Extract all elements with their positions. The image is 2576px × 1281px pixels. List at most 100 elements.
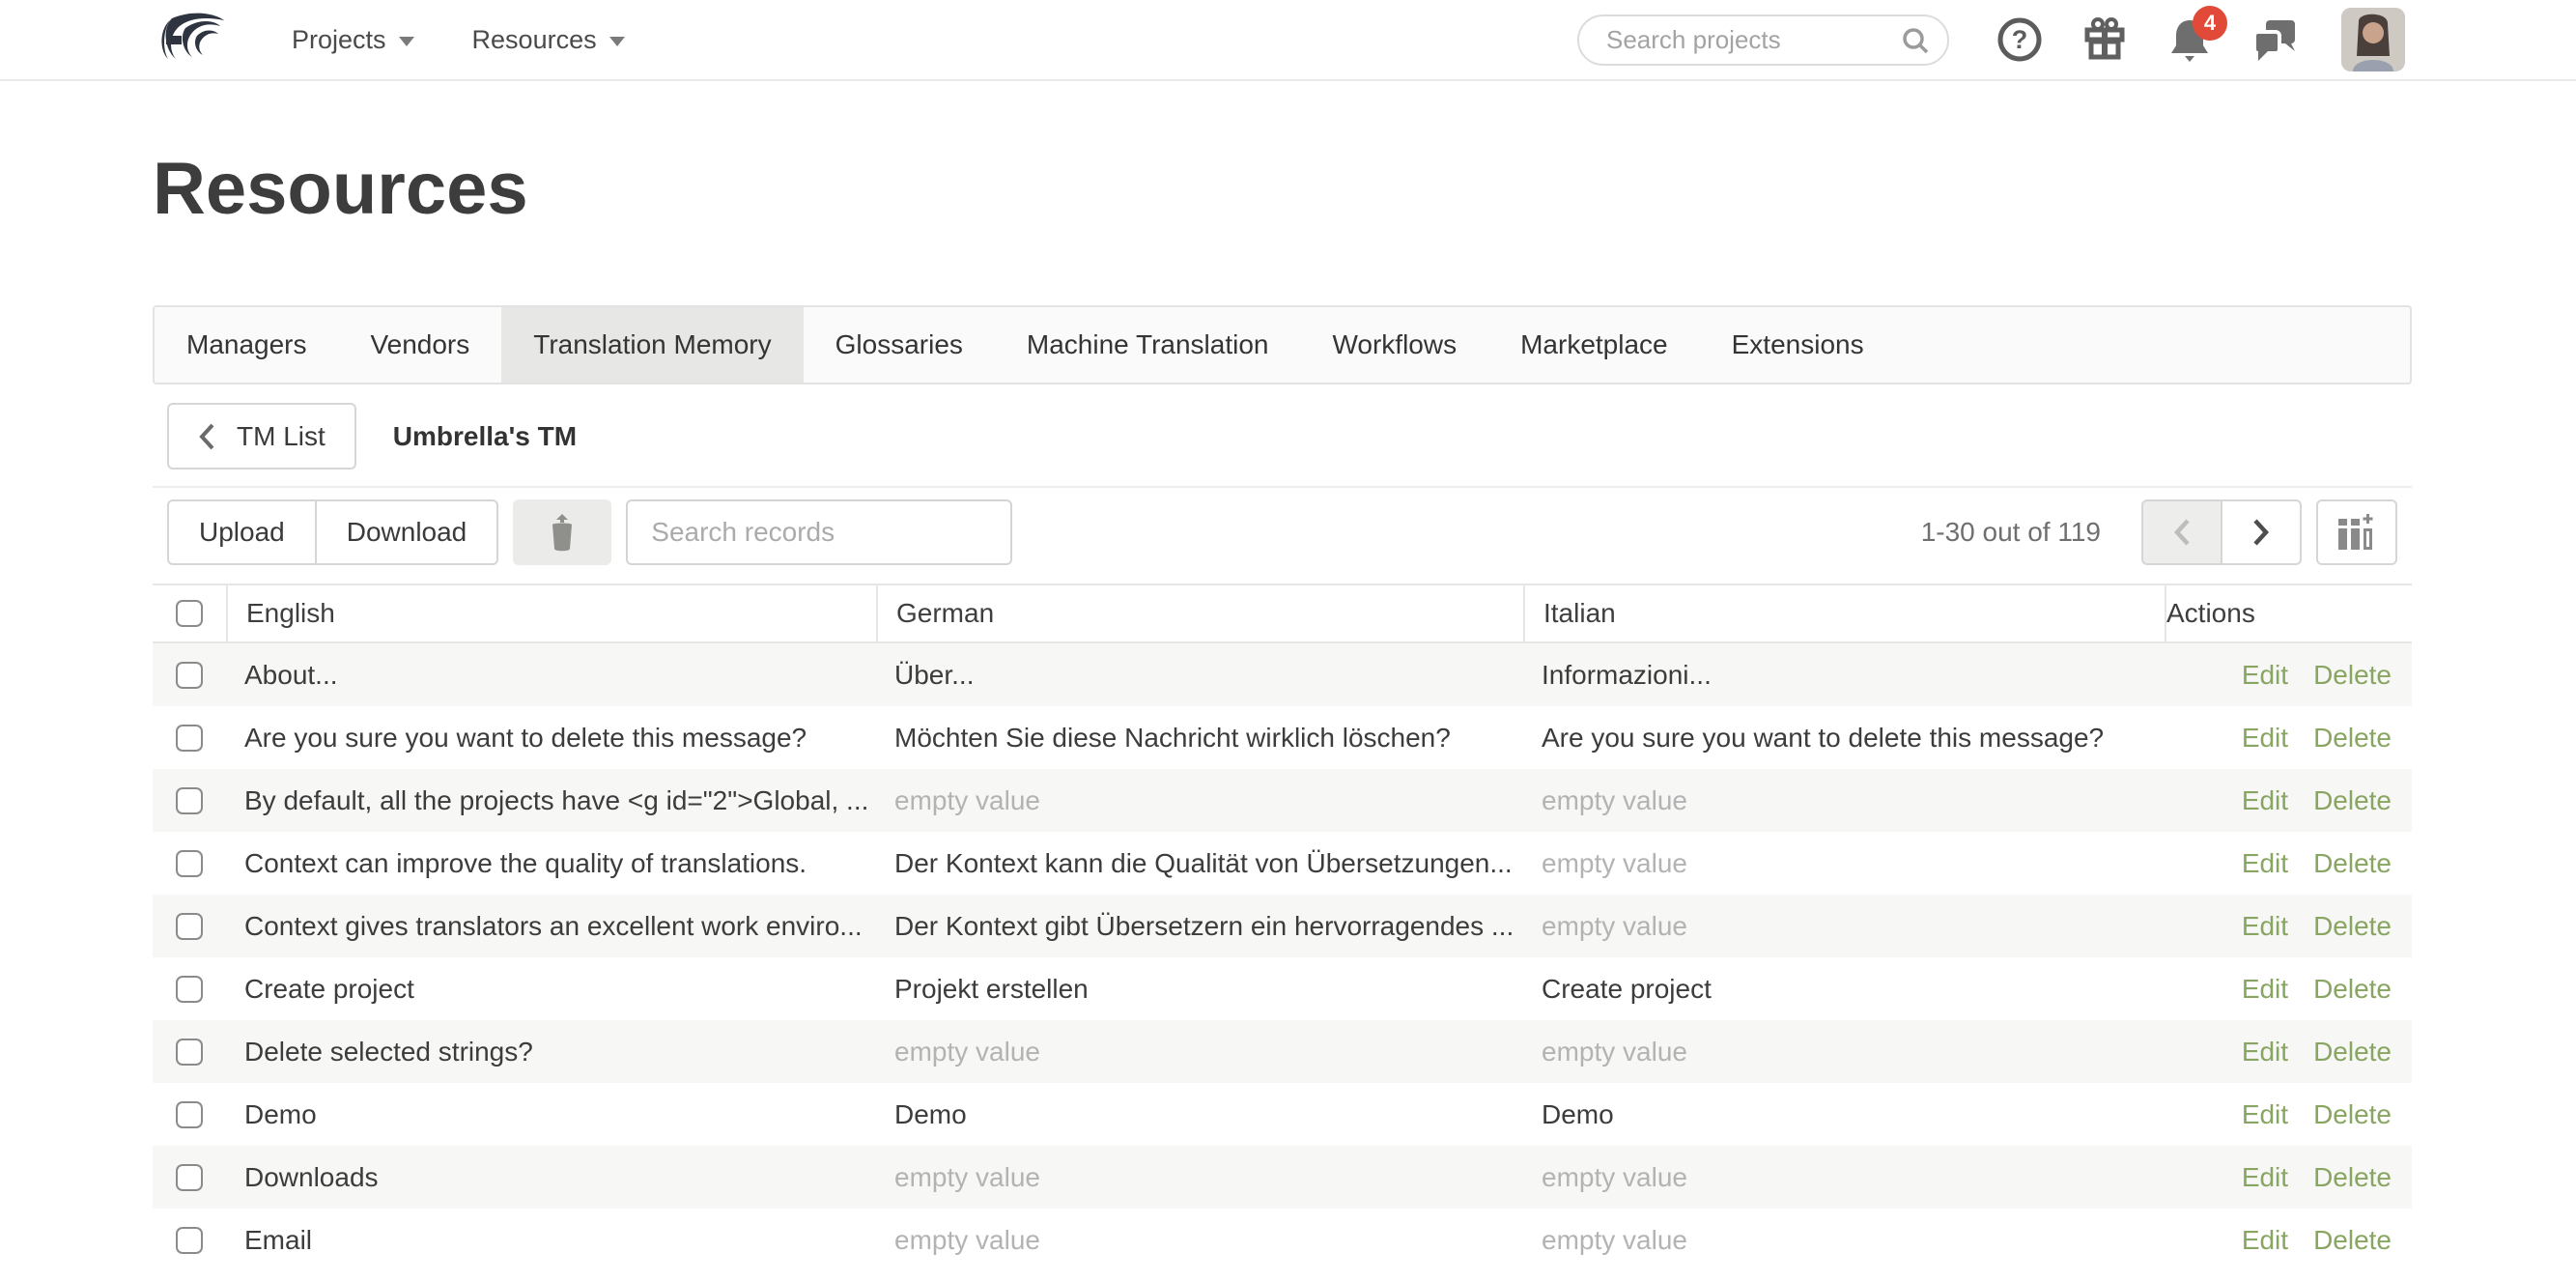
nav-resources-label: Resources [472,25,597,55]
column-header-german[interactable]: German [876,585,1523,641]
notifications-button[interactable]: 4 [2166,15,2214,64]
project-search [1577,14,1949,66]
column-settings-button[interactable] [2316,499,2397,565]
edit-link[interactable]: Edit [2242,1099,2288,1129]
gift-button[interactable] [2081,15,2129,64]
table-row: DemoDemoDemoEditDelete [153,1083,2412,1146]
row-checkbox-cell [153,1101,226,1128]
table-row: Downloadsempty valueempty valueEditDelet… [153,1146,2412,1209]
delete-link[interactable]: Delete [2313,974,2392,1004]
tab-workflows[interactable]: Workflows [1300,307,1488,383]
tab-vendors[interactable]: Vendors [339,307,502,383]
row-checkbox[interactable] [176,787,203,814]
cell-italian: empty value [1523,848,2165,879]
tab-glossaries[interactable]: Glossaries [804,307,995,383]
cell-english: Downloads [226,1162,876,1193]
edit-link[interactable]: Edit [2242,911,2288,941]
cell-italian: empty value [1523,785,2165,816]
delete-link[interactable]: Delete [2313,723,2392,753]
edit-link[interactable]: Edit [2242,1225,2288,1255]
edit-link[interactable]: Edit [2242,660,2288,690]
download-button[interactable]: Download [315,499,499,565]
cell-english: Create project [226,974,876,1005]
table-row: Create projectProjekt erstellenCreate pr… [153,957,2412,1020]
row-checkbox[interactable] [176,1101,203,1128]
tabs: ManagersVendorsTranslation MemoryGlossar… [153,305,2412,384]
chevron-left-icon [2173,518,2191,547]
delete-selected-button[interactable] [513,499,611,565]
row-actions: Edit Delete [2165,660,2412,691]
help-icon: ? [1996,16,2043,63]
cell-english: By default, all the projects have <g id=… [226,785,876,816]
row-checkbox[interactable] [176,1164,203,1191]
row-actions: Edit Delete [2165,1099,2412,1130]
messages-button[interactable] [2250,15,2299,64]
delete-link[interactable]: Delete [2313,1162,2392,1192]
edit-link[interactable]: Edit [2242,723,2288,753]
delete-link[interactable]: Delete [2313,785,2392,815]
tm-list-back-button[interactable]: TM List [167,403,356,470]
tab-managers[interactable]: Managers [155,307,339,383]
column-header-english[interactable]: English [226,585,876,641]
record-search-input[interactable] [626,499,1012,565]
cell-italian: Are you sure you want to delete this mes… [1523,723,2165,754]
nav-projects[interactable]: Projects [292,25,414,55]
columns-icon [2335,511,2378,554]
gift-icon [2081,16,2128,63]
tab-extensions[interactable]: Extensions [1700,307,1896,383]
cell-english: Demo [226,1099,876,1130]
next-page-button[interactable] [2221,499,2302,565]
search-input[interactable] [1577,14,1949,66]
tm-list-back-label: TM List [237,421,326,452]
row-checkbox-cell [153,1227,226,1254]
row-checkbox-cell [153,1164,226,1191]
row-checkbox[interactable] [176,725,203,752]
delete-link[interactable]: Delete [2313,911,2392,941]
cell-english: Delete selected strings? [226,1037,876,1068]
prev-page-button[interactable] [2141,499,2222,565]
select-all-checkbox[interactable] [176,600,203,627]
table-row: About...Über...Informazioni...EditDelete [153,643,2412,706]
row-actions: Edit Delete [2165,1225,2412,1256]
row-actions: Edit Delete [2165,974,2412,1005]
row-checkbox[interactable] [176,1039,203,1066]
divider [153,486,2412,488]
column-header-italian[interactable]: Italian [1523,585,2165,641]
row-checkbox-cell [153,976,226,1003]
edit-link[interactable]: Edit [2242,1037,2288,1067]
cell-italian: Informazioni... [1523,660,2165,691]
table-row: Context gives translators an excellent w… [153,895,2412,957]
tab-marketplace[interactable]: Marketplace [1488,307,1700,383]
nav-resources[interactable]: Resources [472,25,625,55]
brand-logo-icon[interactable] [156,11,234,69]
toolbar: Upload Download 1-30 out of 119 [153,499,2412,565]
row-checkbox-cell [153,787,226,814]
row-checkbox[interactable] [176,976,203,1003]
pager [2141,499,2302,565]
edit-link[interactable]: Edit [2242,974,2288,1004]
avatar[interactable] [2341,8,2405,71]
edit-link[interactable]: Edit [2242,785,2288,815]
help-button[interactable]: ? [1996,15,2044,64]
row-checkbox[interactable] [176,662,203,689]
cell-english: Context gives translators an excellent w… [226,911,876,942]
delete-link[interactable]: Delete [2313,848,2392,878]
upload-button[interactable]: Upload [167,499,317,565]
row-checkbox[interactable] [176,913,203,940]
row-actions: Edit Delete [2165,1037,2412,1068]
delete-link[interactable]: Delete [2313,1037,2392,1067]
cell-italian: Create project [1523,974,2165,1005]
row-checkbox[interactable] [176,1227,203,1254]
cell-german: empty value [876,1037,1523,1068]
cell-english: Are you sure you want to delete this mes… [226,723,876,754]
edit-link[interactable]: Edit [2242,1162,2288,1192]
delete-link[interactable]: Delete [2313,1099,2392,1129]
tab-translation-memory[interactable]: Translation Memory [501,307,803,383]
tab-machine-translation[interactable]: Machine Translation [995,307,1301,383]
notification-badge: 4 [2193,6,2227,41]
row-checkbox[interactable] [176,850,203,877]
delete-link[interactable]: Delete [2313,1225,2392,1255]
row-actions: Edit Delete [2165,848,2412,879]
edit-link[interactable]: Edit [2242,848,2288,878]
delete-link[interactable]: Delete [2313,660,2392,690]
